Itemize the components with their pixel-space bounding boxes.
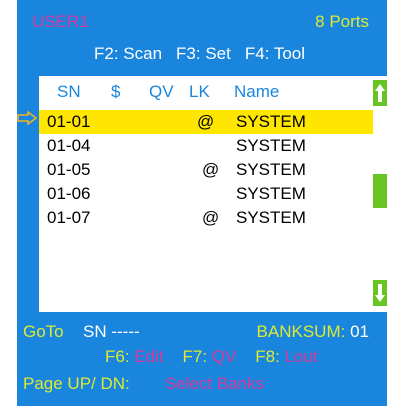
scroll-thumb[interactable]	[373, 174, 387, 208]
port-sn: 01-01	[47, 112, 91, 131]
select-banks-hint: Select Banks	[165, 374, 265, 393]
f8-key[interactable]: F8:	[255, 347, 280, 366]
f3-set-key[interactable]: F3: Set	[176, 44, 231, 63]
f7-key[interactable]: F7:	[183, 347, 208, 366]
port-lock: @	[202, 160, 220, 179]
function-key-hints: F6: Edit F7: QV F8: Lout	[105, 347, 318, 367]
banksum-display: BANKSUM: 01	[257, 322, 369, 342]
arrow-up-icon	[375, 84, 385, 102]
scroll-down-button[interactable]	[373, 280, 387, 306]
selection-pointer-icon	[17, 110, 38, 130]
col-sn-header: SN	[57, 82, 81, 101]
port-lock: @	[202, 208, 220, 227]
scroll-up-button[interactable]	[373, 80, 387, 106]
col-lk-header: LK	[189, 82, 210, 101]
banksum-label: BANKSUM:	[256, 322, 346, 341]
port-sn: 01-05	[47, 160, 91, 179]
goto-label: GoTo	[23, 322, 64, 341]
col-dollar-header: $	[111, 82, 121, 101]
arrow-down-icon	[375, 284, 385, 302]
col-name-header: Name	[234, 82, 280, 101]
goto-sn-input[interactable]: SN -----	[83, 322, 140, 342]
f6-edit-label: Edit	[134, 347, 164, 366]
col-qv-header: QV	[149, 82, 174, 101]
f7-qv-label: QV	[211, 347, 237, 366]
port-row[interactable]: 01-06 SYSTEM	[39, 182, 373, 206]
port-sn: 01-07	[47, 208, 91, 227]
port-lock: @	[197, 112, 215, 131]
f6-key[interactable]: F6:	[105, 347, 130, 366]
port-name: SYSTEM	[236, 208, 306, 227]
user-name: USER1	[32, 12, 89, 31]
port-row[interactable]: 01-05 @ SYSTEM	[39, 158, 373, 182]
port-sn: 01-06	[47, 184, 91, 203]
banksum-value: 01	[350, 322, 369, 341]
port-list-panel: SN $ QV LK Name 01-01 @ SYSTEM 01-04 SYS…	[39, 76, 387, 312]
page-updn-label: Page UP/ DN:	[23, 374, 130, 393]
f2-scan-key[interactable]: F2: Scan	[94, 44, 162, 63]
function-key-bar: F2: Scan F3: Set F4: Tool	[94, 44, 319, 64]
port-name: SYSTEM	[236, 160, 306, 179]
port-name: SYSTEM	[236, 184, 306, 203]
scrollbar[interactable]	[373, 78, 387, 312]
osd-screen: USER1 8 Ports F2: Scan F3: Set F4: Tool SN…	[17, 0, 387, 406]
port-sn: 01-04	[47, 136, 91, 155]
ports-count: 8 Ports	[315, 12, 369, 31]
port-name: SYSTEM	[236, 136, 306, 155]
f4-tool-key[interactable]: F4: Tool	[245, 44, 305, 63]
port-row[interactable]: 01-04 SYSTEM	[39, 134, 373, 158]
port-row[interactable]: 01-07 @ SYSTEM	[39, 206, 373, 230]
port-name: SYSTEM	[236, 112, 306, 131]
f8-lout-label: Lout	[284, 347, 318, 366]
port-row[interactable]: 01-01 @ SYSTEM	[39, 110, 373, 134]
